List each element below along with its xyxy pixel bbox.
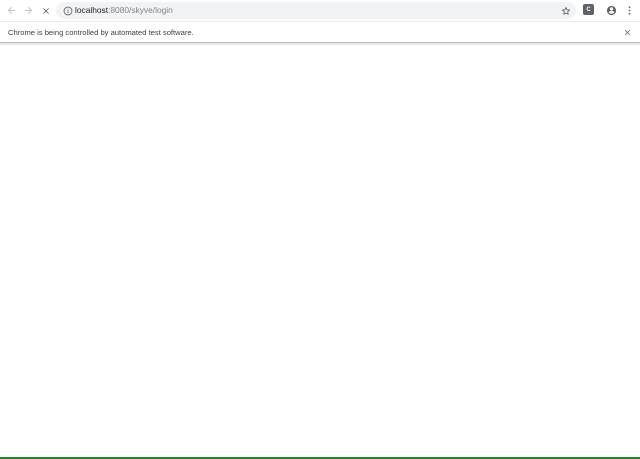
extension-button[interactable]: C — [583, 4, 594, 15]
close-icon — [624, 29, 631, 36]
account-circle-icon — [606, 5, 617, 16]
bookmark-button[interactable] — [560, 5, 571, 16]
infobar-close-button[interactable] — [622, 27, 633, 38]
url-host: localhost — [75, 5, 109, 15]
page-content — [0, 46, 640, 457]
browser-menu-button[interactable] — [622, 3, 637, 18]
url-path: :8080/skyve/login — [108, 5, 173, 15]
extension-label: C — [586, 6, 591, 13]
info-circle-icon — [63, 6, 72, 15]
star-outline-icon — [561, 6, 570, 15]
profile-button[interactable] — [604, 3, 619, 18]
browser-toolbar: localhost:8080/skyve/login C — [0, 0, 640, 21]
url-text[interactable]: localhost:8080/skyve/login — [75, 4, 173, 17]
close-icon — [42, 7, 49, 14]
more-vertical-icon — [628, 6, 631, 15]
stop-loading-button[interactable] — [38, 3, 53, 18]
site-info-button[interactable] — [62, 5, 73, 16]
infobar-message: Chrome is being controlled by automated … — [8, 28, 194, 37]
address-bar[interactable]: localhost:8080/skyve/login — [56, 2, 576, 19]
automation-infobar: Chrome is being controlled by automated … — [0, 21, 640, 43]
arrow-left-icon — [7, 6, 16, 15]
arrow-right-icon — [24, 6, 33, 15]
back-button[interactable] — [4, 3, 19, 18]
forward-button[interactable] — [21, 3, 36, 18]
